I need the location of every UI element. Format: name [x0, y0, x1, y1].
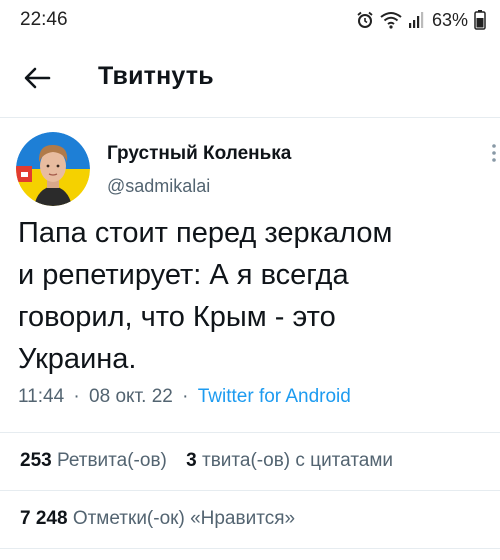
header-divider	[0, 117, 500, 118]
battery-icon	[474, 10, 486, 30]
quotes-stat[interactable]: 3 твита(-ов) с цитатами	[186, 450, 393, 471]
meta-separator: ·	[73, 386, 80, 407]
retweet-stats: 253 Ретвита(-ов) 3 твита(-ов) с цитатами	[20, 450, 393, 472]
tweet-time: 11:44	[18, 386, 65, 407]
wifi-icon	[380, 11, 402, 29]
likes-count: 7 248	[20, 508, 68, 529]
tweet-author: Грустный Коленька @sadmikalai	[0, 128, 500, 208]
author-name[interactable]: Грустный Коленька	[107, 143, 291, 165]
retweets-stat[interactable]: 253 Ретвита(-ов)	[20, 450, 172, 471]
avatar[interactable]	[16, 132, 90, 206]
author-handle[interactable]: @sadmikalai	[107, 176, 210, 197]
status-icons: 63%	[356, 8, 486, 32]
meta-divider	[0, 432, 500, 433]
arrow-left-icon	[24, 67, 51, 89]
status-time: 22:46	[20, 9, 68, 30]
status-bar: 22:46 63%	[0, 0, 500, 40]
battery-percent: 63%	[431, 9, 468, 30]
likes-divider	[0, 548, 500, 549]
retweets-count: 253	[20, 450, 52, 471]
signal-icon	[408, 11, 424, 29]
likes-stats: 7 248 Отметки(-ок) «Нравится»	[20, 508, 295, 530]
page-title: Твитнуть	[98, 62, 214, 90]
retweets-label: Ретвита(-ов)	[56, 450, 167, 471]
tweet-source-link[interactable]: Twitter for Android	[198, 386, 351, 407]
quotes-label: твита(-ов) с цитатами	[202, 450, 394, 471]
alarm-icon	[356, 11, 374, 29]
tweet-date: 08 окт. 22	[89, 386, 173, 407]
stats-divider	[0, 490, 500, 491]
likes-label: Отметки(-ок) «Нравится»	[72, 508, 296, 529]
tweet-text: Папа стоит перед зеркалом и репетирует: …	[18, 217, 393, 375]
header: Твитнуть	[0, 48, 500, 108]
likes-stat[interactable]: 7 248 Отметки(-ок) «Нравится»	[20, 508, 295, 529]
tweet-meta: 11:44 · 08 окт. 22 · Twitter for Android	[18, 386, 351, 408]
back-button[interactable]	[20, 61, 54, 95]
meta-separator: ·	[182, 386, 189, 407]
more-options-button[interactable]	[490, 140, 498, 168]
more-vertical-icon	[492, 144, 496, 162]
quotes-count: 3	[186, 450, 197, 471]
